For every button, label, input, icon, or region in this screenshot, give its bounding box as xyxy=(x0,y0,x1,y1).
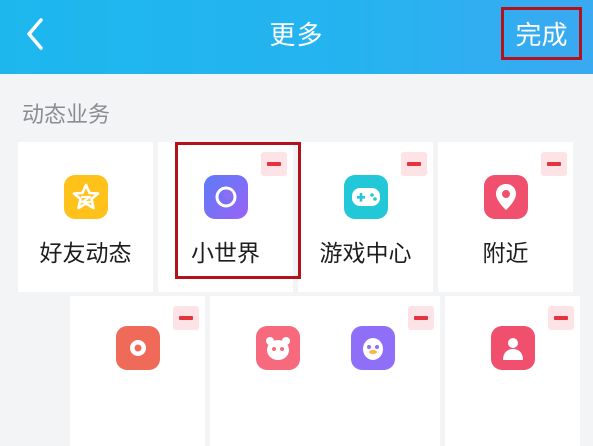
red-person-icon xyxy=(490,326,535,370)
tile-label: 小世界 xyxy=(191,241,260,267)
tile-person[interactable] xyxy=(445,296,580,446)
remove-button[interactable] xyxy=(401,152,427,176)
remove-button[interactable] xyxy=(173,306,199,330)
tile-nearby[interactable]: 附近 xyxy=(438,142,573,292)
remove-button[interactable] xyxy=(548,306,574,330)
penguin-face-icon xyxy=(350,326,395,370)
gamepad-icon xyxy=(343,175,388,219)
location-pin-icon xyxy=(483,175,528,219)
friend-feed-star-icon xyxy=(63,175,108,219)
tile-penguin[interactable] xyxy=(305,296,440,446)
red-app-icon xyxy=(115,326,160,370)
remove-button[interactable] xyxy=(541,152,567,176)
remove-button[interactable] xyxy=(261,152,287,176)
done-button[interactable]: 完成 xyxy=(501,7,582,60)
tile-label: 游戏中心 xyxy=(319,241,412,267)
tile-friend-feed[interactable]: 好友动态 xyxy=(18,142,153,292)
top-bar: 更多 完成 xyxy=(0,0,593,74)
tile-small-world[interactable]: 小世界 xyxy=(158,142,293,292)
tile-red-app[interactable] xyxy=(70,296,205,446)
small-world-planet-icon xyxy=(203,175,248,219)
tile-label: 附近 xyxy=(482,241,529,267)
remove-button[interactable] xyxy=(408,306,434,330)
tile-label: 好友动态 xyxy=(39,241,132,267)
tile-game-center[interactable]: 游戏中心 xyxy=(298,142,433,292)
panda-face-icon xyxy=(255,326,300,370)
section-title: 动态业务 xyxy=(22,103,111,128)
